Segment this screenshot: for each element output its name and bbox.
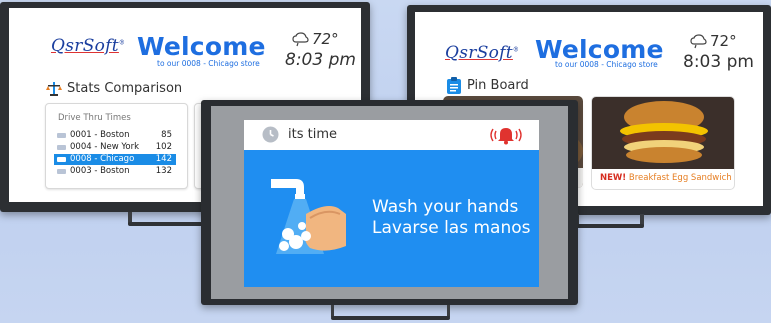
store-icon bbox=[57, 169, 66, 174]
section-title: Stats Comparison bbox=[67, 81, 183, 96]
store-value: 85 bbox=[161, 130, 172, 140]
store-icon bbox=[57, 145, 66, 150]
temperature: 72° bbox=[312, 30, 339, 48]
alert-popup: its time Wash your hands Lavarse las man… bbox=[244, 120, 539, 287]
wash-text-spanish: Lavarse las manos bbox=[372, 218, 531, 238]
front-screen-frame: its time Wash your hands Lavarse las man… bbox=[211, 106, 568, 299]
store-icon bbox=[57, 157, 66, 162]
weather-cloud-icon bbox=[292, 32, 309, 51]
section-title: Pin Board bbox=[467, 78, 529, 93]
clipboard-icon bbox=[447, 77, 461, 98]
clock-icon bbox=[262, 126, 279, 147]
welcome-heading: Welcome bbox=[137, 32, 266, 61]
front-monitor: its time Wash your hands Lavarse las man… bbox=[201, 100, 578, 305]
new-badge: NEW! bbox=[600, 173, 627, 183]
scale-icon bbox=[46, 80, 62, 100]
popup-body: Wash your hands Lavarse las manos bbox=[244, 150, 539, 287]
pin-card-food[interactable]: NEW! Breakfast Egg Sandwich bbox=[591, 96, 735, 190]
store-name: 0003 - Boston bbox=[70, 166, 130, 176]
store-name: 0008 - Chicago bbox=[70, 154, 135, 164]
store-name: 0001 - Boston bbox=[70, 130, 130, 140]
drive-thru-card: Drive Thru Times 0001 - Boston 85 0004 -… bbox=[45, 103, 188, 189]
card-title: Drive Thru Times bbox=[58, 113, 131, 123]
store-value: 132 bbox=[155, 166, 172, 176]
alarm-bell-icon[interactable] bbox=[487, 125, 525, 149]
list-item[interactable]: 0004 - New York 102 bbox=[54, 142, 176, 153]
temperature: 72° bbox=[710, 32, 737, 50]
food-caption: NEW! Breakfast Egg Sandwich bbox=[600, 173, 732, 183]
store-value: 142 bbox=[155, 154, 172, 164]
qsrsoft-logo: QsrSoft® bbox=[445, 43, 520, 63]
weather-cloud-icon bbox=[690, 34, 707, 53]
list-item[interactable]: 0001 - Boston 85 bbox=[54, 130, 176, 141]
welcome-subtitle: to our 0008 - Chicago store bbox=[555, 60, 658, 69]
popup-header: its time bbox=[244, 120, 539, 150]
store-name: 0004 - New York bbox=[70, 142, 140, 152]
welcome-subtitle: to our 0008 - Chicago store bbox=[157, 59, 260, 68]
store-value: 102 bbox=[155, 142, 172, 152]
store-icon bbox=[57, 133, 66, 138]
food-label: Breakfast Egg Sandwich bbox=[628, 173, 732, 183]
wash-text-english: Wash your hands bbox=[372, 197, 519, 217]
clock-time: 8:03 pm bbox=[683, 52, 754, 72]
list-item-selected[interactable]: 0008 - Chicago 142 bbox=[54, 154, 176, 165]
burger-image bbox=[592, 97, 734, 169]
list-item[interactable]: 0003 - Boston 132 bbox=[54, 166, 176, 177]
popup-title: its time bbox=[288, 127, 337, 142]
hand-washing-icon bbox=[266, 174, 350, 260]
clock-time: 8:03 pm bbox=[285, 50, 356, 70]
qsrsoft-logo: QsrSoft® bbox=[51, 36, 126, 56]
